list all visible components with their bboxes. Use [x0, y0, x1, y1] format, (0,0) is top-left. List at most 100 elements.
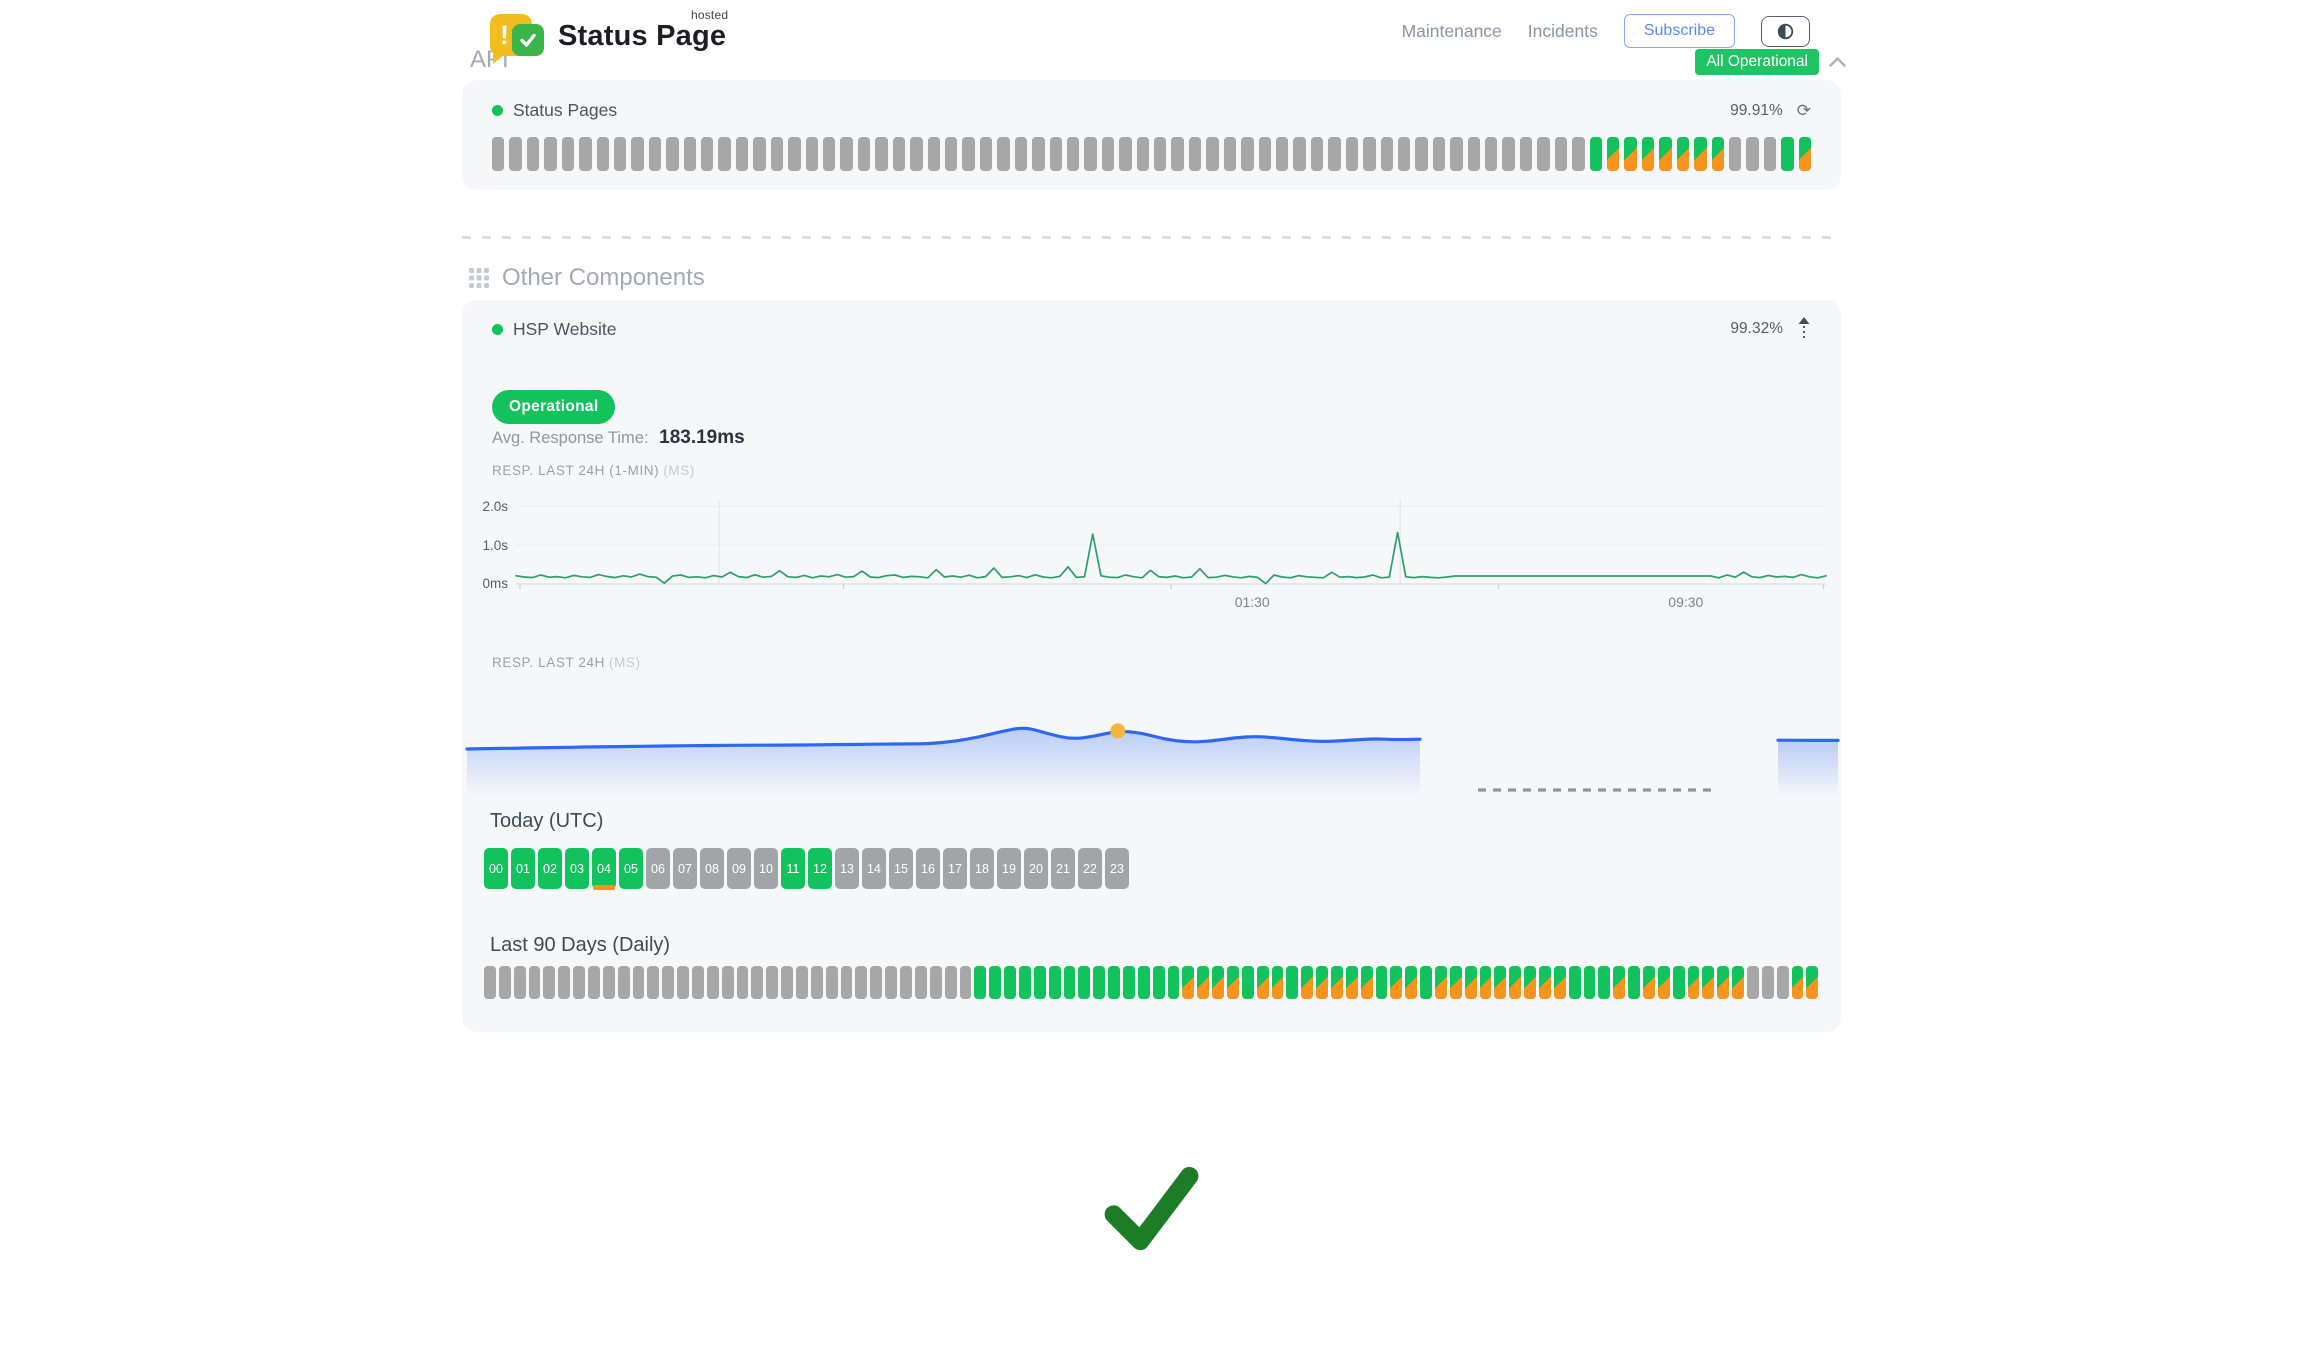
uptime-bar-nodata[interactable]	[1729, 137, 1741, 171]
uptime-bar-nodata[interactable]	[1520, 137, 1532, 171]
uptime-bar-nodata[interactable]	[841, 966, 853, 999]
nav-maintenance[interactable]: Maintenance	[1402, 21, 1502, 42]
uptime-bar-nodata[interactable]	[1119, 137, 1131, 171]
hour-cell-19[interactable]: 19	[997, 848, 1021, 889]
hour-cell-21[interactable]: 21	[1051, 848, 1075, 889]
uptime-bar-partial-outage[interactable]	[1435, 966, 1447, 999]
hour-cell-11[interactable]: 11	[781, 848, 805, 889]
uptime-bar-partial-outage[interactable]	[1346, 966, 1358, 999]
uptime-bar-nodata[interactable]	[1762, 966, 1774, 999]
uptime-bar-nodata[interactable]	[649, 137, 661, 171]
hour-cell-10[interactable]: 10	[754, 848, 778, 889]
uptime-bar-operational[interactable]	[989, 966, 1001, 999]
uptime-bar-partial-outage[interactable]	[1806, 966, 1818, 999]
uptime-bar-partial-outage[interactable]	[1642, 137, 1654, 171]
uptime-bar-nodata[interactable]	[1102, 137, 1114, 171]
uptime-bar-nodata[interactable]	[858, 137, 870, 171]
uptime-bar-partial-outage[interactable]	[1607, 137, 1619, 171]
uptime-bar-nodata[interactable]	[558, 966, 570, 999]
hour-cell-09[interactable]: 09	[727, 848, 751, 889]
uptime-bar-nodata[interactable]	[737, 966, 749, 999]
hour-cell-04[interactable]: 04	[592, 848, 616, 889]
hour-cell-16[interactable]: 16	[916, 848, 940, 889]
uptime-bar-partial-outage[interactable]	[1624, 137, 1636, 171]
theme-toggle-button[interactable]	[1761, 16, 1810, 47]
uptime-bar-nodata[interactable]	[1537, 137, 1549, 171]
uptime-bar-nodata[interactable]	[692, 966, 704, 999]
uptime-bar-nodata[interactable]	[1572, 137, 1584, 171]
hour-cell-20[interactable]: 20	[1024, 848, 1048, 889]
uptime-bar-nodata[interactable]	[718, 137, 730, 171]
uptime-bar-partial-outage[interactable]	[1613, 966, 1625, 999]
uptime-bar-nodata[interactable]	[543, 966, 555, 999]
uptime-bar-nodata[interactable]	[915, 966, 927, 999]
uptime-bar-operational[interactable]	[1034, 966, 1046, 999]
uptime-bar-partial-outage[interactable]	[1390, 966, 1402, 999]
uptime-bar-partial-outage[interactable]	[1480, 966, 1492, 999]
uptime-bar-nodata[interactable]	[647, 966, 659, 999]
uptime-bar-nodata[interactable]	[1328, 137, 1340, 171]
uptime-bar-nodata[interactable]	[766, 966, 778, 999]
uptime-bar-nodata[interactable]	[1224, 137, 1236, 171]
uptime-bar-operational[interactable]	[1628, 966, 1640, 999]
hour-cell-00[interactable]: 00	[484, 848, 508, 889]
uptime-bar-nodata[interactable]	[1363, 137, 1375, 171]
uptime-bar-nodata[interactable]	[771, 137, 783, 171]
uptime-bar-nodata[interactable]	[1137, 137, 1149, 171]
uptime-bar-nodata[interactable]	[928, 137, 940, 171]
uptime-bar-nodata[interactable]	[811, 966, 823, 999]
uptime-bar-nodata[interactable]	[945, 137, 957, 171]
nav-incidents[interactable]: Incidents	[1528, 21, 1598, 42]
uptime-bar-partial-outage[interactable]	[1227, 966, 1239, 999]
uptime-bar-nodata[interactable]	[840, 137, 852, 171]
uptime-bar-operational[interactable]	[1569, 966, 1581, 999]
uptime-bar-nodata[interactable]	[544, 137, 556, 171]
uptime-bar-nodata[interactable]	[751, 966, 763, 999]
uptime-bar-nodata[interactable]	[1171, 137, 1183, 171]
uptime-bar-partial-outage[interactable]	[1316, 966, 1328, 999]
uptime-bar-operational[interactable]	[1093, 966, 1105, 999]
hour-cell-12[interactable]: 12	[808, 848, 832, 889]
uptime-bar-nodata[interactable]	[736, 137, 748, 171]
uptime-bar-nodata[interactable]	[597, 137, 609, 171]
uptime-bar-nodata[interactable]	[509, 137, 521, 171]
brand-logo[interactable]: ! Status Page hosted	[490, 10, 726, 62]
uptime-bar-operational[interactable]	[1153, 966, 1165, 999]
uptime-bar-nodata[interactable]	[1502, 137, 1514, 171]
uptime-bar-nodata[interactable]	[1259, 137, 1271, 171]
uptime-bar-nodata[interactable]	[1189, 137, 1201, 171]
hour-cell-23[interactable]: 23	[1105, 848, 1129, 889]
uptime-bar-nodata[interactable]	[753, 137, 765, 171]
uptime-bar-operational[interactable]	[1242, 966, 1254, 999]
uptime-bar-nodata[interactable]	[618, 966, 630, 999]
uptime-bar-partial-outage[interactable]	[1197, 966, 1209, 999]
uptime-bar-nodata[interactable]	[997, 137, 1009, 171]
uptime-bar-nodata[interactable]	[579, 137, 591, 171]
uptime-bar-nodata[interactable]	[1276, 137, 1288, 171]
uptime-bar-nodata[interactable]	[1032, 137, 1044, 171]
uptime-bar-nodata[interactable]	[875, 137, 887, 171]
uptime-bar-partial-outage[interactable]	[1658, 966, 1670, 999]
uptime-bar-partial-outage[interactable]	[1659, 137, 1671, 171]
uptime-bar-partial-outage[interactable]	[1799, 137, 1811, 171]
uptime-bar-partial-outage[interactable]	[1677, 137, 1689, 171]
uptime-bar-partial-outage[interactable]	[1301, 966, 1313, 999]
uptime-bar-nodata[interactable]	[960, 966, 972, 999]
collapse-arrow-up-icon[interactable]	[1797, 316, 1811, 342]
hour-cell-14[interactable]: 14	[862, 848, 886, 889]
uptime-bar-nodata[interactable]	[562, 137, 574, 171]
uptime-bar-nodata[interactable]	[806, 137, 818, 171]
uptime-bar-nodata[interactable]	[588, 966, 600, 999]
uptime-bar-nodata[interactable]	[945, 966, 957, 999]
uptime-bar-operational[interactable]	[1064, 966, 1076, 999]
uptime-bar-nodata[interactable]	[788, 137, 800, 171]
uptime-bar-nodata[interactable]	[823, 137, 835, 171]
uptime-bar-operational[interactable]	[974, 966, 986, 999]
uptime-bar-nodata[interactable]	[1398, 137, 1410, 171]
uptime-bar-partial-outage[interactable]	[1272, 966, 1284, 999]
uptime-bar-nodata[interactable]	[870, 966, 882, 999]
uptime-bar-nodata[interactable]	[1555, 137, 1567, 171]
uptime-bar-nodata[interactable]	[910, 137, 922, 171]
uptime-bar-operational[interactable]	[1138, 966, 1150, 999]
uptime-bar-operational[interactable]	[1598, 966, 1610, 999]
